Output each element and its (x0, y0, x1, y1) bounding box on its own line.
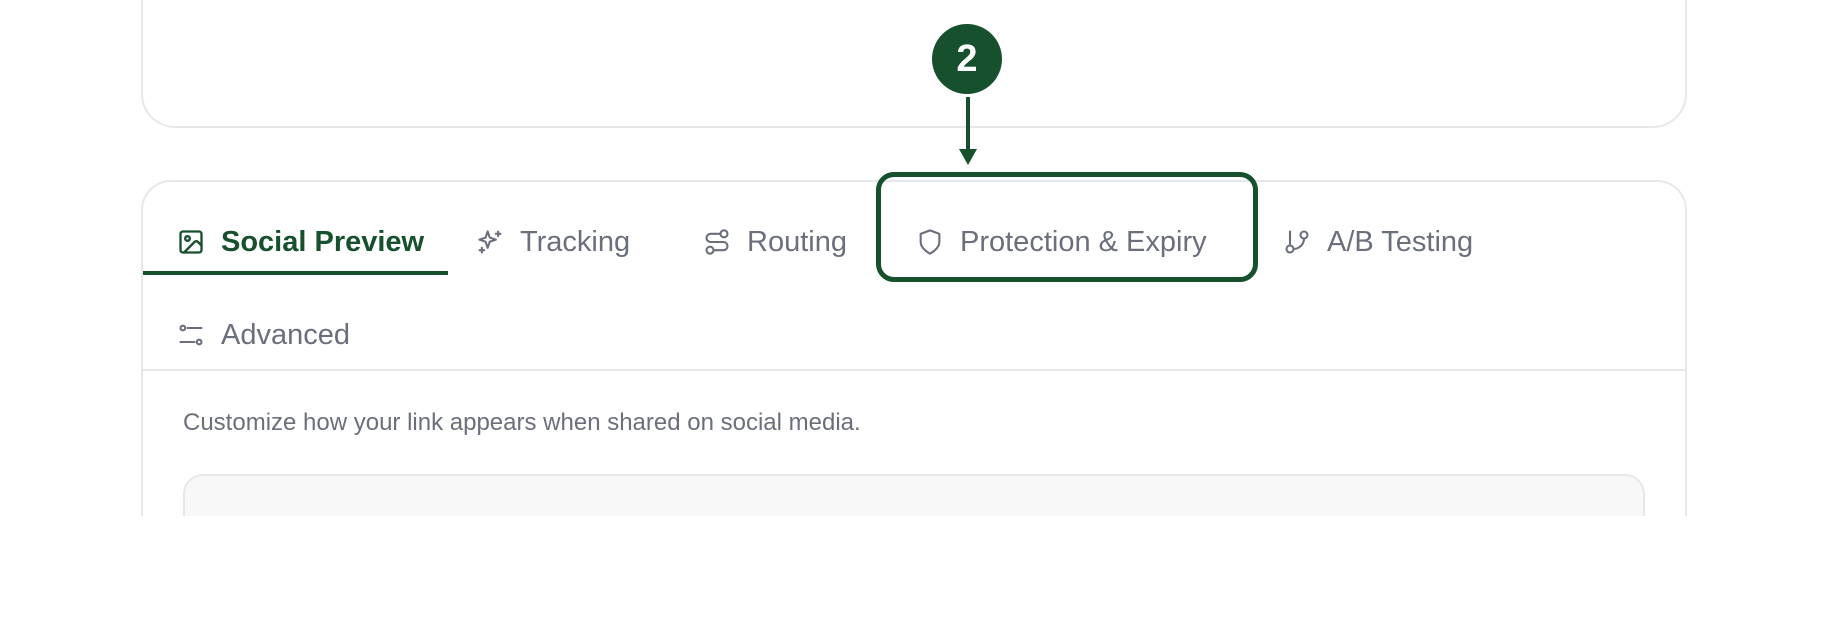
link-settings-panel: Social Preview Tracking Routing Protecti… (141, 180, 1687, 550)
sliders-icon (177, 321, 205, 349)
route-icon (703, 228, 731, 256)
social-preview-description: Customize how your link appears when sha… (183, 409, 861, 436)
tab-advanced-label: Advanced (221, 318, 350, 351)
sparkles-icon (476, 228, 504, 256)
bottom-blank-area (0, 516, 1824, 624)
screenshot-stage: Social Preview Tracking Routing Protecti… (0, 0, 1824, 624)
tab-protection-expiry[interactable]: Protection & Expiry (916, 212, 1207, 272)
shield-icon (916, 228, 944, 256)
tab-tracking-label: Tracking (520, 225, 631, 258)
settings-tabs: Social Preview Tracking Routing Protecti… (143, 182, 1685, 371)
annotation-arrow-head (959, 149, 977, 165)
git-branch-icon (1283, 228, 1311, 256)
tab-routing-label: Routing (747, 225, 847, 258)
step-badge: 2 (932, 24, 1002, 94)
annotation-arrow-shaft (966, 97, 970, 151)
tab-social-preview[interactable]: Social Preview (177, 212, 424, 272)
active-tab-indicator (143, 271, 448, 275)
tab-routing[interactable]: Routing (703, 212, 847, 272)
tab-social-preview-label: Social Preview (221, 225, 425, 258)
previous-card (141, 0, 1687, 128)
tab-ab-testing[interactable]: A/B Testing (1283, 212, 1473, 272)
image-icon (177, 228, 205, 256)
tab-advanced[interactable]: Advanced (177, 305, 350, 365)
tab-tracking[interactable]: Tracking (476, 212, 630, 272)
tab-ab-testing-label: A/B Testing (1327, 225, 1474, 258)
tab-protection-expiry-label: Protection & Expiry (960, 225, 1207, 258)
